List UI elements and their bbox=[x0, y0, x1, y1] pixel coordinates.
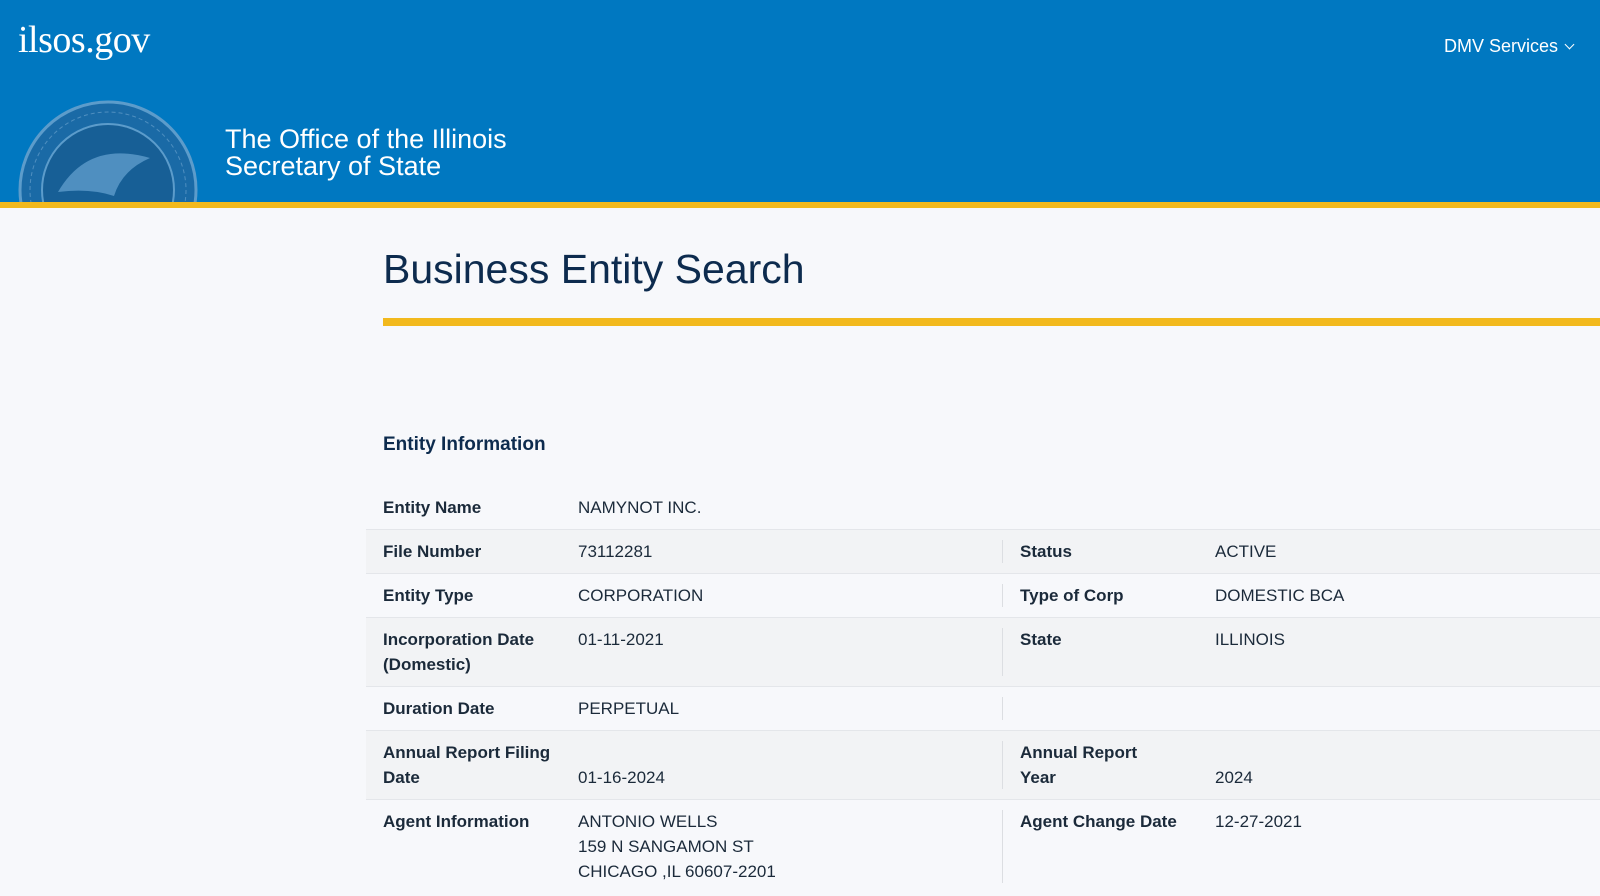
section-title: Entity Information bbox=[383, 434, 546, 455]
annual-report-filing-label: Annual Report Filing Date bbox=[366, 731, 578, 799]
annual-report-year-label: Annual Report Year bbox=[1003, 731, 1215, 799]
entity-name-label: Entity Name bbox=[383, 498, 482, 517]
site-logo-link[interactable]: ilsos.gov bbox=[18, 18, 150, 62]
incorporation-date-label-line1: Incorporation Date bbox=[383, 630, 535, 649]
table-row: Agent Information ANTONIO WELLS 159 N SA… bbox=[366, 800, 1600, 893]
type-of-corp-label: Type of Corp bbox=[1020, 586, 1124, 605]
table-row: Entity Name NAMYNOT INC. bbox=[366, 486, 1600, 530]
agent-information-value: ANTONIO WELLS 159 N SANGAMON ST CHICAGO … bbox=[578, 800, 1003, 893]
agent-street: 159 N SANGAMON ST bbox=[578, 837, 754, 856]
table-row: Annual Report Filing Date 01-16-2024 Ann… bbox=[366, 731, 1600, 800]
table-row: File Number 73112281 Status ACTIVE bbox=[366, 530, 1600, 574]
annual-report-year-label-line2: Year bbox=[1020, 768, 1056, 787]
dmv-services-label: DMV Services bbox=[1444, 36, 1559, 56]
office-name-line1: The Office of the Illinois bbox=[225, 124, 507, 154]
table-row: Incorporation Date (Domestic) 01-11-2021… bbox=[366, 618, 1600, 687]
site-header: ilsos.gov DMV Services The Office of the… bbox=[0, 0, 1600, 208]
annual-report-filing-label-line2: Date bbox=[383, 768, 420, 787]
incorporation-date-value: 01-11-2021 bbox=[578, 630, 664, 649]
dmv-services-menu[interactable]: DMV Services bbox=[1444, 36, 1575, 57]
annual-report-filing-value: 01-16-2024 bbox=[578, 768, 665, 787]
incorporation-date-label-line2: (Domestic) bbox=[383, 655, 471, 674]
entity-type-label: Entity Type bbox=[383, 586, 474, 605]
entity-info-table: Entity Name NAMYNOT INC. File Number 731… bbox=[366, 486, 1600, 893]
entity-name-value: NAMYNOT INC. bbox=[578, 498, 702, 517]
state-value: ILLINOIS bbox=[1215, 630, 1285, 649]
agent-change-date-label: Agent Change Date bbox=[1020, 812, 1177, 831]
chevron-down-icon bbox=[1564, 39, 1575, 50]
page-title: Business Entity Search bbox=[383, 246, 805, 292]
annual-report-year-value: 2024 bbox=[1215, 768, 1253, 787]
file-number-value: 73112281 bbox=[578, 542, 653, 561]
title-underline bbox=[383, 318, 1600, 326]
annual-report-year-label-line1: Annual Report bbox=[1020, 743, 1138, 762]
state-label: State bbox=[1020, 630, 1062, 649]
agent-city: CHICAGO ,IL 60607-2201 bbox=[578, 862, 776, 881]
table-row: Duration Date PERPETUAL bbox=[366, 687, 1600, 731]
office-name: The Office of the Illinois Secretary of … bbox=[225, 126, 507, 180]
agent-name: ANTONIO WELLS bbox=[578, 812, 718, 831]
annual-report-filing-label-line1: Annual Report Filing bbox=[383, 743, 551, 762]
table-row: Entity Type CORPORATION Type of Corp DOM… bbox=[366, 574, 1600, 618]
duration-date-label: Duration Date bbox=[383, 699, 495, 718]
file-number-label: File Number bbox=[383, 542, 482, 561]
entity-type-value: CORPORATION bbox=[578, 586, 704, 605]
type-of-corp-value: DOMESTIC BCA bbox=[1215, 586, 1345, 605]
agent-change-date-value: 12-27-2021 bbox=[1215, 812, 1302, 831]
incorporation-date-label: Incorporation Date (Domestic) bbox=[366, 618, 578, 686]
status-value: ACTIVE bbox=[1215, 542, 1277, 561]
agent-information-label: Agent Information bbox=[383, 812, 530, 831]
status-label: Status bbox=[1020, 542, 1072, 561]
duration-date-value: PERPETUAL bbox=[578, 699, 680, 718]
office-name-line2: Secretary of State bbox=[225, 151, 442, 181]
state-seal-icon bbox=[18, 100, 198, 202]
